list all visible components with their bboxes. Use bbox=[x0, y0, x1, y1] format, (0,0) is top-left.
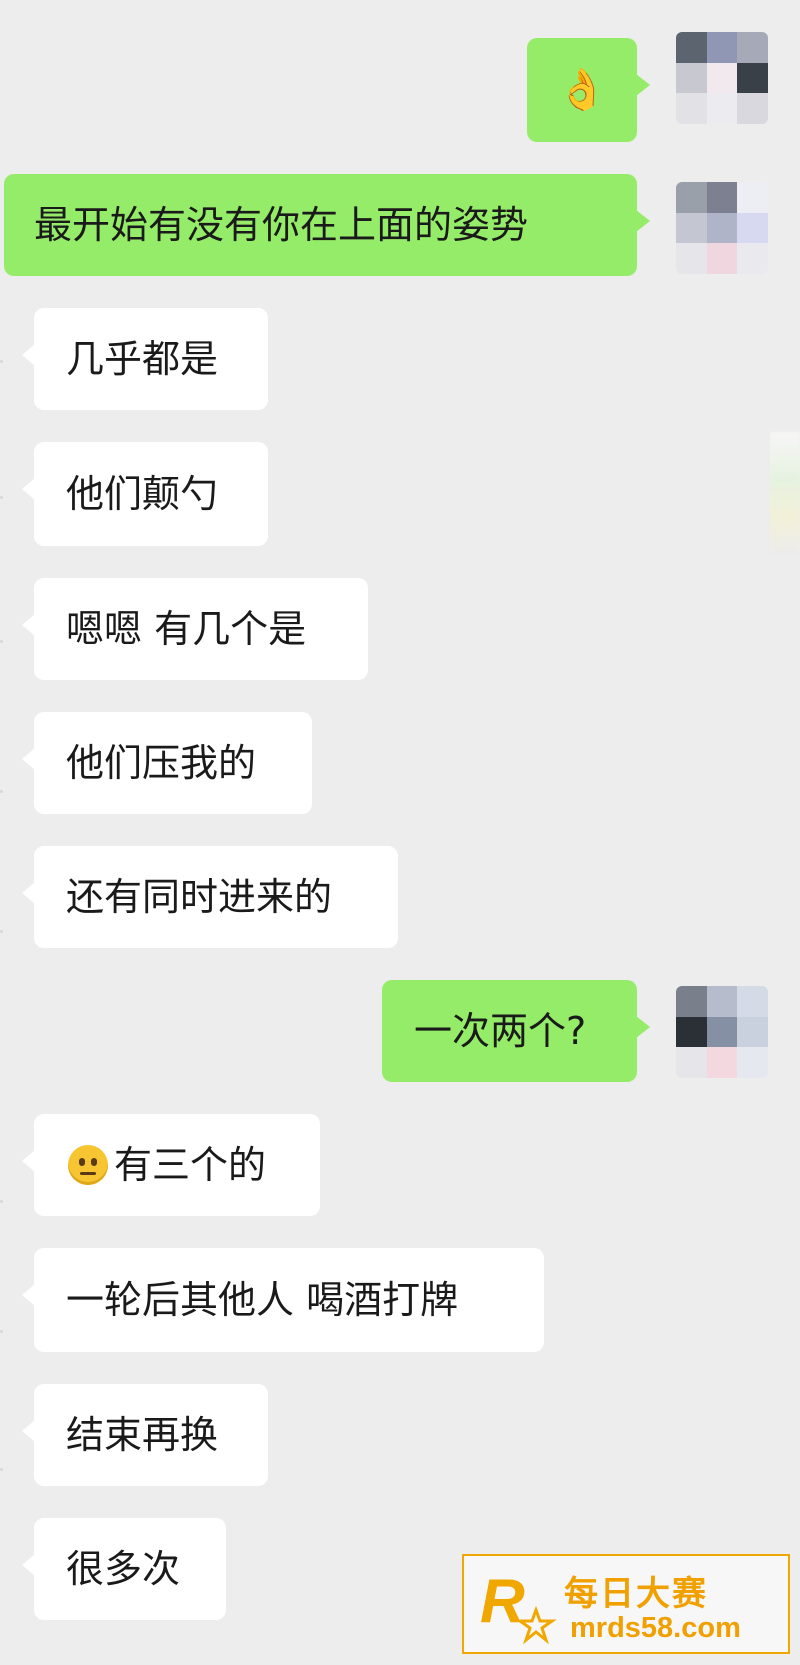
message-bubble-incoming[interactable]: 一轮后其他人 喝酒打牌 bbox=[22, 1248, 544, 1352]
message-text: 他们压我的 bbox=[66, 741, 257, 785]
message-text: 嗯嗯 有几个是 bbox=[66, 607, 307, 651]
message-bubble-incoming[interactable]: 他们压我的 bbox=[22, 712, 312, 814]
message-text: 一次两个? bbox=[414, 1009, 587, 1053]
message-text: 最开始有没有你在上面的姿势 bbox=[34, 203, 529, 247]
message-bubble-incoming[interactable]: 有三个的 bbox=[22, 1114, 320, 1216]
message-bubble-incoming[interactable]: 嗯嗯 有几个是 bbox=[22, 578, 368, 680]
message-bubble-outgoing[interactable]: 一次两个? bbox=[382, 980, 650, 1082]
message-bubble-incoming[interactable]: 结束再换 bbox=[22, 1384, 268, 1486]
message-text: 几乎都是 bbox=[66, 337, 219, 381]
message-text: 一轮后其他人 喝酒打牌 bbox=[66, 1278, 459, 1322]
user-avatar[interactable] bbox=[676, 986, 768, 1078]
blurred-avatar-edge bbox=[770, 432, 800, 554]
message-text: 很多次 bbox=[66, 1547, 181, 1591]
user-avatar[interactable] bbox=[676, 32, 768, 124]
message-text: 结束再换 bbox=[66, 1413, 219, 1457]
watermark-title: 每日大赛 bbox=[564, 1575, 708, 1613]
ok-hand-emoji: 👌 bbox=[557, 67, 607, 113]
message-text: 有三个的 bbox=[114, 1143, 267, 1187]
message-bubble-incoming[interactable]: 他们颠勺 bbox=[22, 442, 268, 546]
user-avatar[interactable] bbox=[676, 182, 768, 274]
watermark-logo-icon: R bbox=[480, 1567, 557, 1645]
message-bubble-incoming[interactable]: 还有同时进来的 bbox=[22, 846, 398, 948]
message-bubble-outgoing[interactable]: 👌 bbox=[527, 38, 650, 142]
message-bubble-outgoing[interactable]: 最开始有没有你在上面的姿势 bbox=[4, 174, 650, 276]
svg-text:R: R bbox=[480, 1567, 525, 1636]
watermark-url: mrds58.com bbox=[570, 1612, 741, 1644]
message-bubble-incoming[interactable]: 很多次 bbox=[22, 1518, 226, 1620]
neutral-face-emoji bbox=[68, 1145, 108, 1185]
message-text: 他们颠勺 bbox=[66, 472, 219, 516]
message-text: 还有同时进来的 bbox=[66, 875, 333, 919]
message-bubble-incoming[interactable]: 几乎都是 bbox=[22, 308, 268, 410]
site-watermark: R 每日大赛 mrds58.com bbox=[462, 1554, 790, 1654]
